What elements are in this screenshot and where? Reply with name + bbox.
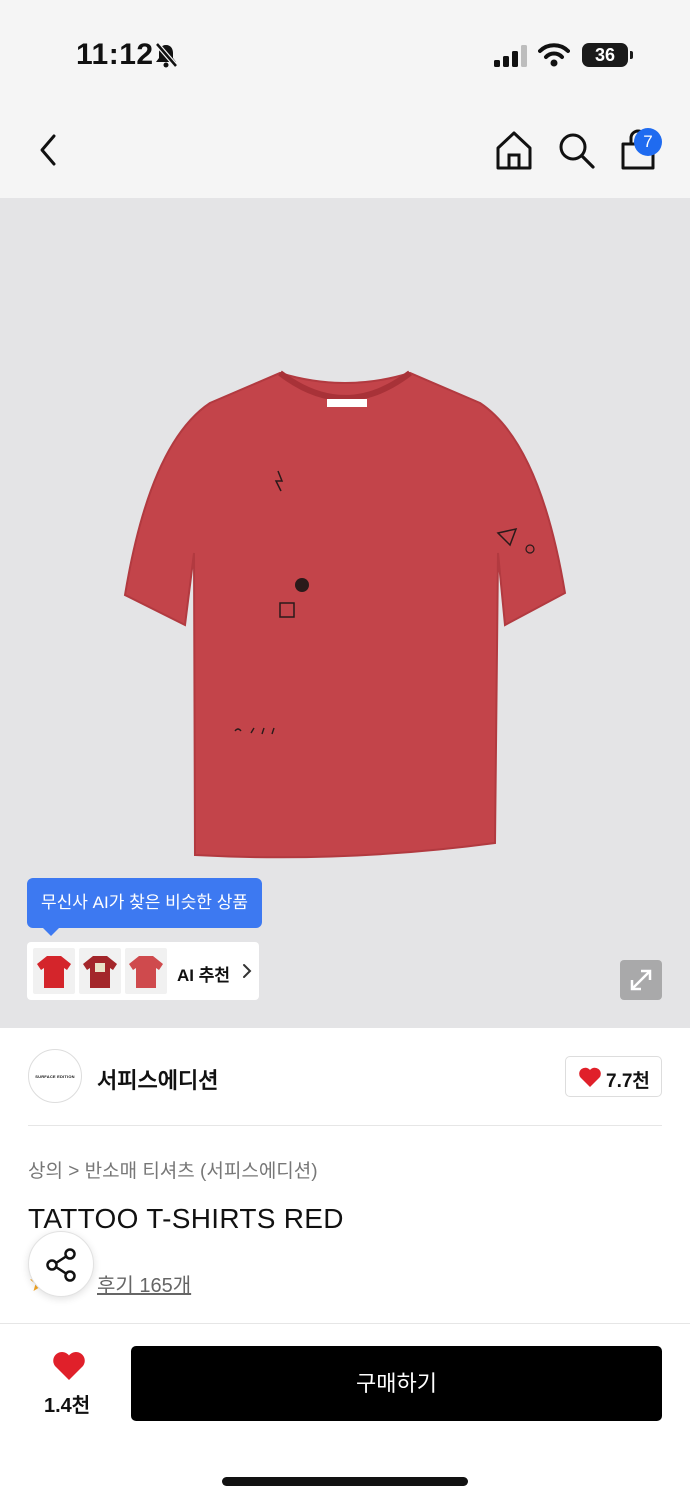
bell-off-icon: [155, 42, 178, 68]
back-icon[interactable]: [30, 128, 66, 172]
ai-recommend-label: AI 추천: [177, 966, 231, 985]
brand-logo[interactable]: SURFACE EDITION: [28, 1049, 82, 1103]
ai-recommend-strip[interactable]: AI 추천: [27, 942, 259, 1000]
brand-like-button[interactable]: 7.7천: [565, 1056, 662, 1097]
brand-name[interactable]: 서피스에디션: [97, 1063, 218, 1095]
ai-thumb-1[interactable]: [33, 948, 75, 994]
product-title: TATTOO T-SHIRTS RED: [28, 1203, 344, 1234]
chevron-right-icon: [243, 964, 252, 978]
product-like-count: 1.4천: [44, 1395, 91, 1417]
expand-image-button[interactable]: [620, 960, 662, 1000]
heart-icon[interactable]: [52, 1351, 86, 1381]
home-indicator[interactable]: [222, 1477, 468, 1486]
ai-thumb-3[interactable]: [125, 948, 167, 994]
status-bar: 11:12 36: [0, 0, 690, 100]
buy-button[interactable]: 구매하기: [131, 1346, 662, 1421]
share-button[interactable]: [28, 1231, 94, 1297]
category-breadcrumb[interactable]: 상의 > 반소매 티셔츠 (서피스에디션): [28, 1156, 318, 1183]
review-link[interactable]: 후기 165개: [97, 1269, 191, 1298]
expand-icon: [630, 969, 652, 991]
cart-count-badge: 7: [634, 128, 662, 156]
heart-icon: [579, 1067, 601, 1087]
tshirt-image: [123, 370, 567, 859]
tshirt-thumb-icon: [129, 956, 163, 988]
battery-indicator: 36: [582, 43, 633, 67]
home-icon[interactable]: [494, 128, 534, 172]
tshirt-thumb-icon: [83, 956, 117, 988]
wifi-icon: [538, 43, 570, 67]
nav-header: [0, 100, 690, 198]
ai-thumb-2[interactable]: [79, 948, 121, 994]
signal-icon: [494, 45, 527, 67]
brand-like-count: 7.7천: [606, 1071, 650, 1092]
tshirt-thumb-icon: [37, 956, 71, 988]
divider: [28, 1125, 662, 1126]
ai-similar-tooltip[interactable]: 무신사 AI가 찾은 비슷한 상품: [27, 878, 262, 936]
status-time: 11:12: [76, 38, 154, 71]
share-icon: [46, 1248, 76, 1282]
search-icon[interactable]: [556, 128, 596, 172]
